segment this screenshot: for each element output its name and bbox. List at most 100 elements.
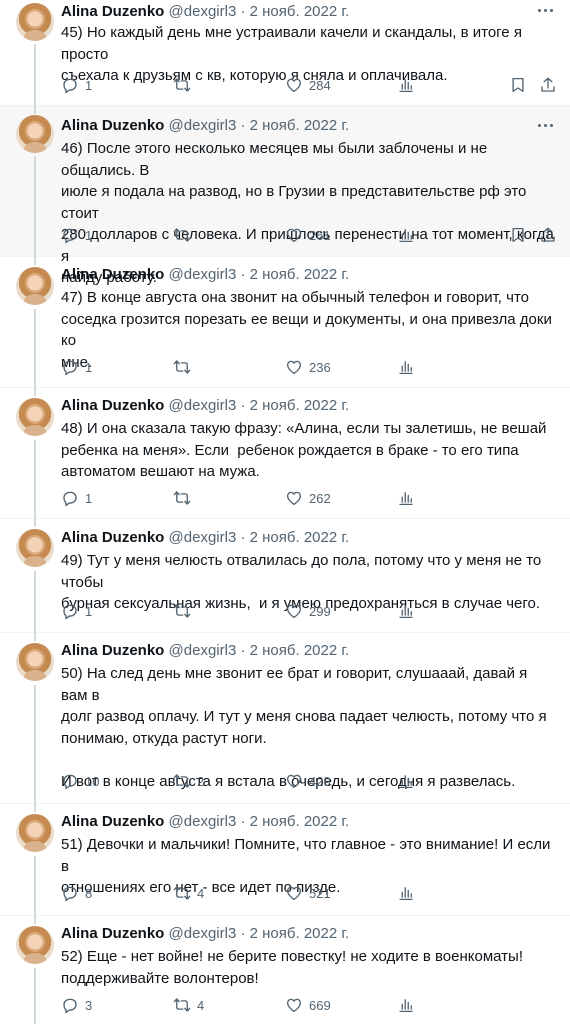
reply-button[interactable]: 1 bbox=[61, 74, 92, 96]
author-handle[interactable]: @dexgirl3 bbox=[169, 3, 237, 20]
tweet-header: Alina Duzenko @dexgirl3 · 2 нояб. 2022 г… bbox=[61, 265, 349, 285]
views-button[interactable] bbox=[397, 356, 415, 378]
retweet-button[interactable] bbox=[173, 224, 197, 246]
avatar[interactable] bbox=[16, 115, 54, 153]
author-handle[interactable]: @dexgirl3 bbox=[169, 117, 237, 134]
views-button[interactable] bbox=[397, 74, 415, 96]
like-button[interactable]: 299 bbox=[285, 600, 331, 622]
author-name[interactable]: Alina Duzenko bbox=[61, 266, 164, 283]
reply-button[interactable]: 1 bbox=[61, 600, 92, 622]
share-button[interactable] bbox=[539, 224, 557, 246]
views-button[interactable] bbox=[397, 882, 415, 904]
author-name[interactable]: Alina Duzenko bbox=[61, 529, 164, 546]
thread-line bbox=[34, 916, 36, 924]
like-count: 429 bbox=[309, 773, 331, 789]
author-handle[interactable]: @dexgirl3 bbox=[169, 397, 237, 414]
retweet-button[interactable]: 2 bbox=[173, 770, 204, 792]
retweet-button[interactable] bbox=[173, 487, 197, 509]
tweet-date[interactable]: 2 нояб. 2022 г. bbox=[250, 397, 350, 414]
like-button[interactable]: 261 bbox=[285, 224, 331, 246]
like-button[interactable]: 521 bbox=[285, 882, 331, 904]
retweet-button[interactable] bbox=[173, 600, 197, 622]
tweet-header: Alina Duzenko @dexgirl3 · 2 нояб. 2022 г… bbox=[61, 396, 349, 416]
tweet-date[interactable]: 2 нояб. 2022 г. bbox=[250, 266, 350, 283]
tweet-date[interactable]: 2 нояб. 2022 г. bbox=[250, 529, 350, 546]
tweet[interactable]: Alina Duzenko @dexgirl3 · 2 нояб. 2022 г… bbox=[0, 804, 570, 916]
tweet-date[interactable]: 2 нояб. 2022 г. bbox=[250, 117, 350, 134]
like-icon bbox=[286, 998, 302, 1013]
like-icon bbox=[286, 604, 302, 619]
bookmark-button[interactable] bbox=[509, 74, 527, 96]
views-button[interactable] bbox=[397, 224, 415, 246]
avatar[interactable] bbox=[16, 529, 54, 567]
author-name[interactable]: Alina Duzenko bbox=[61, 925, 164, 942]
tweet-date[interactable]: 2 нояб. 2022 г. bbox=[250, 3, 350, 20]
like-icon bbox=[286, 774, 302, 789]
avatar[interactable] bbox=[16, 814, 54, 852]
author-name[interactable]: Alina Duzenko bbox=[61, 813, 164, 830]
tweet[interactable]: Alina Duzenko @dexgirl3 · 2 нояб. 2022 г… bbox=[0, 916, 570, 1024]
bookmark-button[interactable] bbox=[509, 224, 527, 246]
author-handle[interactable]: @dexgirl3 bbox=[169, 529, 237, 546]
retweet-button[interactable] bbox=[173, 356, 197, 378]
views-button[interactable] bbox=[397, 600, 415, 622]
avatar[interactable] bbox=[16, 267, 54, 305]
more-icon[interactable] bbox=[536, 115, 556, 135]
views-button[interactable] bbox=[397, 487, 415, 509]
tweet[interactable]: Alina Duzenko @dexgirl3 · 2 нояб. 2022 г… bbox=[0, 106, 570, 286]
thread-line bbox=[34, 856, 36, 916]
reply-button[interactable]: 3 bbox=[61, 994, 92, 1016]
views-icon bbox=[399, 79, 413, 93]
author-name[interactable]: Alina Duzenko bbox=[61, 642, 164, 659]
retweet-button[interactable]: 4 bbox=[173, 994, 204, 1016]
tweet-date[interactable]: 2 нояб. 2022 г. bbox=[250, 642, 350, 659]
avatar[interactable] bbox=[16, 398, 54, 436]
views-button[interactable] bbox=[397, 770, 415, 792]
avatar[interactable] bbox=[16, 3, 54, 41]
tweet[interactable]: Alina Duzenko @dexgirl3 · 2 нояб. 2022 г… bbox=[0, 633, 570, 804]
tweet-text: 48) И она сказала такую фразу: «Алина, е… bbox=[61, 420, 547, 480]
reply-button[interactable]: 10 bbox=[61, 770, 99, 792]
separator: · bbox=[236, 813, 250, 830]
retweet-icon bbox=[173, 360, 191, 374]
tweet[interactable]: Alina Duzenko @dexgirl3 · 2 нояб. 2022 г… bbox=[0, 257, 570, 388]
like-icon bbox=[286, 491, 302, 506]
tweet-date[interactable]: 2 нояб. 2022 г. bbox=[250, 813, 350, 830]
avatar[interactable] bbox=[16, 926, 54, 964]
author-name[interactable]: Alina Duzenko bbox=[61, 3, 164, 20]
tweet[interactable]: Alina Duzenko @dexgirl3 · 2 нояб. 2022 г… bbox=[0, 388, 570, 519]
author-handle[interactable]: @dexgirl3 bbox=[169, 813, 237, 830]
tweet[interactable]: Alina Duzenko @dexgirl3 · 2 нояб. 2022 г… bbox=[0, 519, 570, 633]
reply-button[interactable]: 1 bbox=[61, 224, 92, 246]
reply-button[interactable]: 1 bbox=[61, 487, 92, 509]
author-handle[interactable]: @dexgirl3 bbox=[169, 642, 237, 659]
author-name[interactable]: Alina Duzenko bbox=[61, 117, 164, 134]
like-button[interactable]: 669 bbox=[285, 994, 331, 1016]
more-icon[interactable] bbox=[536, 0, 556, 20]
author-handle[interactable]: @dexgirl3 bbox=[169, 925, 237, 942]
reply-count: 3 bbox=[85, 997, 93, 1013]
share-button[interactable] bbox=[539, 74, 557, 96]
thread-line bbox=[34, 685, 36, 804]
reply-count: 10 bbox=[85, 773, 100, 789]
tweet-text: 52) Еще - нет войне! не берите повестку!… bbox=[61, 948, 523, 987]
like-count: 284 bbox=[309, 77, 331, 93]
like-button[interactable]: 236 bbox=[285, 356, 331, 378]
retweet-button[interactable]: 4 bbox=[173, 882, 204, 904]
tweet-date[interactable]: 2 нояб. 2022 г. bbox=[250, 925, 350, 942]
reply-button[interactable]: 8 bbox=[61, 882, 92, 904]
author-handle[interactable]: @dexgirl3 bbox=[169, 266, 237, 283]
author-name[interactable]: Alina Duzenko bbox=[61, 397, 164, 414]
tweet-actions: 3 4 669 bbox=[61, 994, 556, 1016]
like-button[interactable]: 262 bbox=[285, 487, 331, 509]
retweet-icon bbox=[173, 228, 191, 242]
like-button[interactable]: 429 bbox=[285, 770, 331, 792]
tweet[interactable]: Alina Duzenko @dexgirl3 · 2 нояб. 2022 г… bbox=[0, 0, 570, 106]
retweet-button[interactable] bbox=[173, 74, 197, 96]
like-button[interactable]: 284 bbox=[285, 74, 331, 96]
retweet-icon bbox=[173, 998, 191, 1012]
tweet-header: Alina Duzenko @dexgirl3 · 2 нояб. 2022 г… bbox=[61, 116, 349, 136]
views-button[interactable] bbox=[397, 994, 415, 1016]
reply-button[interactable]: 1 bbox=[61, 356, 92, 378]
avatar[interactable] bbox=[16, 643, 54, 681]
